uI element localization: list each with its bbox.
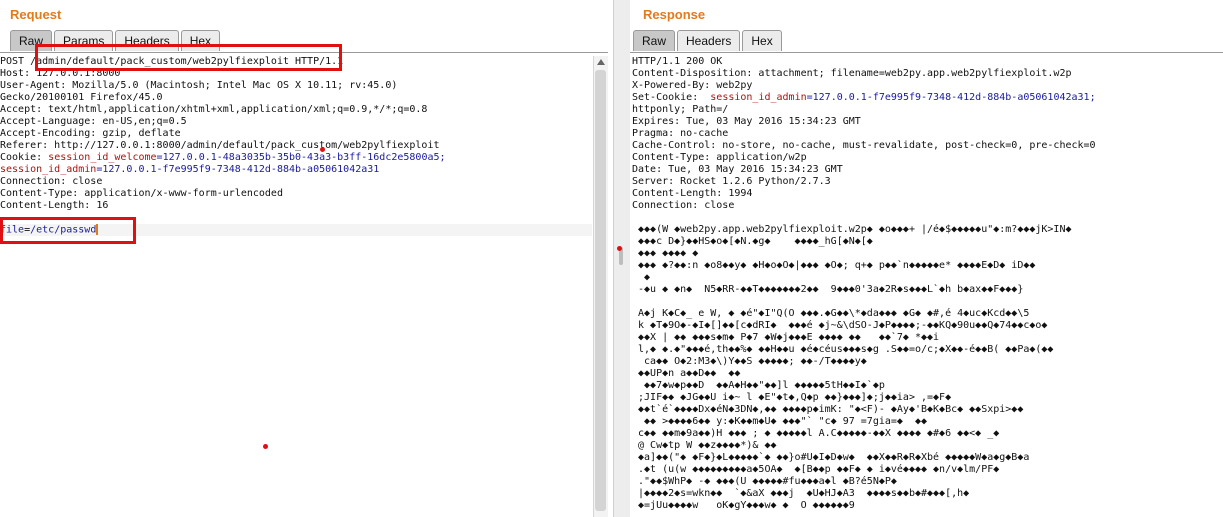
resp-header-x-powered-by: X-Powered-By: web2py <box>632 80 753 91</box>
set-cookie-value: =127.0.0.1-f7e995f9-7348-412d-884b-a0506… <box>806 92 1096 103</box>
response-status-line: HTTP/1.1 200 OK <box>632 56 723 67</box>
body-highlight-box <box>0 217 136 244</box>
header-accept-language: Accept-Language: en-US,en;q=0.5 <box>0 116 187 127</box>
header-user-agent: User-Agent: Mozilla/5.0 (Macintosh; Inte… <box>0 80 398 91</box>
binary-line: ◆◆X | ◆◆ ◆◆◆s◆m◆ P◆7 ◆W◆j◆◆◆E ◆◆◆◆ ◆◆ ◆◆… <box>632 332 940 343</box>
binary-line: ◆=jUu◆◆◆◆w oK◆gY◆◆◆w◆ ◆ O ◆◆◆◆◆◆9 <box>632 500 855 511</box>
binary-line: |◆◆◆◆2◆s=wkn◆◆ `◆&aX ◆◆◆j ◆U◆HJ◆A3 ◆◆◆◆s… <box>632 488 970 499</box>
cookie-key-welcome: session_id_welcome <box>48 152 157 163</box>
resp-header-cache-control: Cache-Control: no-store, no-cache, must-… <box>632 140 1096 151</box>
request-method: POST <box>0 56 31 67</box>
binary-line: ◆◆◆ ◆?◆◆:n ◆o8◆◆y◆ ◆H◆o◆O◆|◆◆◆ ◆O◆; q+◆ … <box>632 260 1036 271</box>
cookie-key-admin: session_id_admin <box>0 164 97 175</box>
binary-line: ◆◆t`é`◆◆◆◆Dx◆éN◆3DN◆,◆◆ ◆◆◆◆p◆imK: "◆<F)… <box>632 404 1024 415</box>
header-accept: Accept: text/html,application/xhtml+xml,… <box>0 104 428 115</box>
binary-line: l,◆ ◆.◆"◆◆◆é,th◆◆%◆ ◆◆H◆◆u ◆é◆céus◆◆◆s◆g… <box>632 344 1054 355</box>
binary-line: @ Cw◆tp W ◆◆z◆◆◆◆*)& ◆◆ <box>632 440 777 451</box>
binary-line: -◆u ◆ ◆n◆ N5◆RR-◆◆T◆◆◆◆◆◆◆2◆◆ 9◆◆◆0'3a◆2… <box>632 284 1024 295</box>
binary-line: ◆◆◆(W ◆web2py.app.web2pylfiexploit.w2p◆ … <box>632 224 1072 235</box>
request-scroll-thumb[interactable] <box>595 70 606 511</box>
resp-header-set-cookie: Set-Cookie: session_id_admin=127.0.0.1-f… <box>632 92 1221 104</box>
binary-line: ◆ <box>632 272 651 283</box>
scroll-up-icon[interactable] <box>597 59 605 65</box>
resp-header-expires: Expires: Tue, 03 May 2016 15:34:23 GMT <box>632 116 861 127</box>
header-cookie: Cookie: session_id_welcome=127.0.0.1-48a… <box>0 152 592 164</box>
path-highlight-box <box>35 44 342 71</box>
resp-header-server: Server: Rocket 1.2.6 Python/2.7.3 <box>632 176 831 187</box>
request-editor[interactable]: POST /admin/default/pack_custom/web2pylf… <box>0 56 592 517</box>
response-binary-body: ◆◆◆(W ◆web2py.app.web2pylfiexploit.w2p◆ … <box>632 224 1221 512</box>
pane-splitter[interactable] <box>613 0 631 517</box>
binary-line: ◆a]◆◆("◆ ◆F◆}◆L◆◆◆◆◆`◆ ◆◆}o#U◆I◆D◆w◆ ◆◆X… <box>632 452 1030 463</box>
binary-line: ;JIF◆◆ ◆JG◆◆U i◆~ l ◆E"◆t◆,Q◆p ◆◆}◆◆◆]◆;… <box>632 392 952 403</box>
response-tab-divider <box>630 52 1223 53</box>
response-pane: Response Raw Headers Hex HTTP/1.1 200 OK… <box>630 0 1223 517</box>
response-tab-headers[interactable]: Headers <box>677 30 741 51</box>
binary-line: ◆◆ >◆◆◆◆6◆◆ y:◆K◆◆m◆U◆ ◆◆◆"` "c◆ 97 =7gi… <box>632 416 928 427</box>
resp-header-set-cookie-cont: httponly; Path=/ <box>632 104 729 115</box>
resp-header-content-disposition: Content-Disposition: attachment; filenam… <box>632 68 1072 79</box>
resp-header-content-type: Content-Type: application/w2p <box>632 152 807 163</box>
binary-line: ."◆◆$WhP◆ -◆ ◆◆◆(U ◆◆◆◆◆#fu◆◆◆a◆l ◆B?é5N… <box>632 476 897 487</box>
response-tab-hex[interactable]: Hex <box>742 30 782 51</box>
annotation-dot <box>320 147 325 152</box>
binary-line: c◆◆ ◆◆m◆9a◆◆)H ◆◆◆ ; ◆ ◆◆◆◆◆l A.C◆◆◆◆◆-◆… <box>632 428 1000 439</box>
header-connection: Connection: close <box>0 176 103 187</box>
resp-header-date: Date: Tue, 03 May 2016 15:34:23 GMT <box>632 164 843 175</box>
header-content-type: Content-Type: application/x-www-form-url… <box>0 188 283 199</box>
header-user-agent-cont: Gecko/20100101 Firefox/45.0 <box>0 92 163 103</box>
binary-line: ◆◆◆c D◆}◆◆HS◆o◆[◆N.◆g◆ ◆◆◆◆_hG[◆N◆[◆ <box>632 236 873 247</box>
binary-line: ◆◆UP◆n a◆◆D◆◆ ◆◆ <box>632 368 741 379</box>
resp-header-pragma: Pragma: no-cache <box>632 128 729 139</box>
resp-header-connection: Connection: close <box>632 200 735 211</box>
response-tab-raw[interactable]: Raw <box>633 30 676 51</box>
response-editor[interactable]: HTTP/1.1 200 OK Content-Disposition: att… <box>632 56 1221 517</box>
binary-line: A◆j K◆C◆_ e W, ◆ ◆é"◆I"Q(O ◆◆◆.◆G◆◆\*◆da… <box>632 308 1030 319</box>
cookie-label: Cookie: <box>0 152 49 163</box>
cookie-value-welcome: =127.0.0.1-48a3035b-35b0-43a3-b3ff-16dc2… <box>156 152 446 163</box>
request-title: Request <box>10 7 62 22</box>
header-cookie-cont: session_id_admin=127.0.0.1-f7e995f9-7348… <box>0 164 592 176</box>
header-content-length: Content-Length: 16 <box>0 200 109 211</box>
response-tabs: Raw Headers Hex <box>633 30 784 52</box>
binary-line: k ◆T◆9O◆-◆I◆[]◆◆[c◆dRI◆ ◆◆◆é ◆j~&\dSO-J◆… <box>632 320 1048 331</box>
resp-header-content-length: Content-Length: 1994 <box>632 188 753 199</box>
binary-line: .◆t (u(w ◆◆◆◆◆◆◆◆◆a◆5OA◆ ◆[B◆◆p ◆◆F◆ ◆ i… <box>632 464 1000 475</box>
set-cookie-label: Set-Cookie: <box>632 92 711 103</box>
set-cookie-key: session_id_admin <box>710 92 807 103</box>
binary-line <box>632 296 1221 308</box>
cookie-value-admin: =127.0.0.1-f7e995f9-7348-412d-884b-a0506… <box>96 164 380 175</box>
header-referer: Referer: http://127.0.0.1:8000/admin/def… <box>0 140 440 151</box>
request-pane: Request Raw Params Headers Hex POST /adm… <box>0 0 612 517</box>
annotation-dot <box>263 444 268 449</box>
request-scrollbar[interactable] <box>593 56 608 517</box>
annotation-dot <box>617 246 622 251</box>
binary-line: ◆◆7◆w◆p◆◆D ◆◆A◆H◆◆"◆◆]l ◆◆◆◆◆5tH◆◆I◆`◆p <box>632 380 885 391</box>
response-title: Response <box>643 7 706 22</box>
binary-line: ca◆◆ O◆2:M3◆\)Y◆◆S ◆◆◆◆◆; ◆◆-/T◆◆◆◆y◆ <box>632 356 867 367</box>
header-accept-encoding: Accept-Encoding: gzip, deflate <box>0 128 181 139</box>
binary-line: ◆◆◆ ◆◆◆◆ ◆ <box>632 248 699 259</box>
